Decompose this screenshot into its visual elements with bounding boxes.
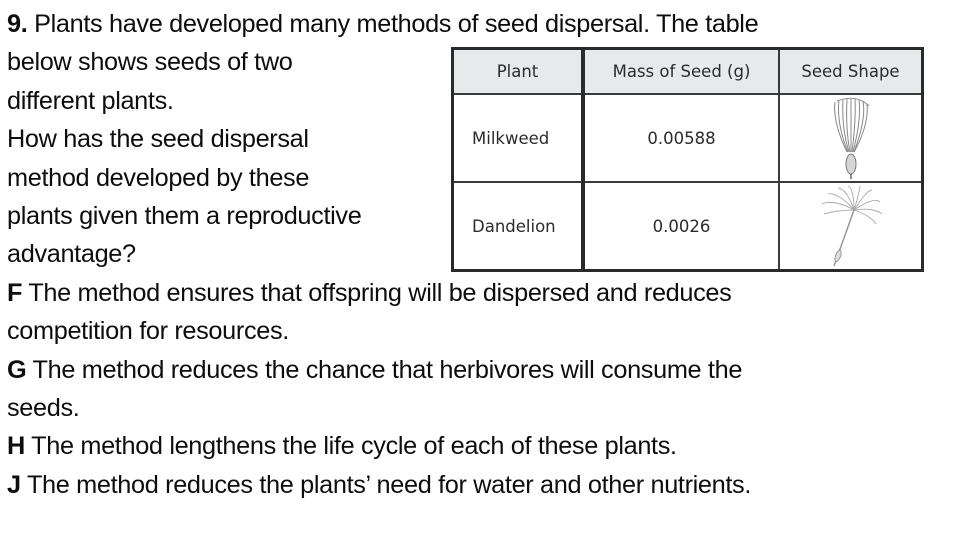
plant-name: Milkweed — [451, 93, 584, 183]
header-seed-shape: Seed Shape — [778, 47, 924, 95]
answer-option-g[interactable]: G The method reduces the chance that her… — [7, 351, 957, 389]
question-line: 9. Plants have developed many methods of… — [7, 10, 759, 38]
seed-shape-cell — [778, 181, 924, 272]
dandelion-seed-icon — [821, 185, 882, 267]
answer-letter: J — [7, 470, 21, 499]
seed-mass: 0.00588 — [581, 93, 780, 183]
question-number: 9. — [7, 10, 28, 38]
answer-option-h[interactable]: H The method lengthens the life cycle of… — [7, 427, 957, 465]
header-mass: Mass of Seed (g) — [581, 47, 780, 95]
answer-letter: H — [7, 432, 25, 461]
table-row: Milkweed 0.00588 — [451, 93, 924, 183]
seed-table: Plant Mass of Seed (g) Seed Shape Milkwe… — [451, 47, 924, 272]
answer-letter: F — [7, 278, 23, 307]
header-plant: Plant — [451, 47, 584, 95]
answer-option-f[interactable]: F The method ensures that offspring will… — [7, 274, 957, 312]
table-row: Dandelion 0.0026 — [451, 181, 924, 272]
answer-letter: G — [7, 355, 27, 384]
seed-shape-cell — [778, 93, 924, 183]
answer-option-f-cont: competition for resources. — [7, 317, 289, 346]
table-header-row: Plant Mass of Seed (g) Seed Shape — [451, 47, 924, 95]
milkweed-seed-icon — [833, 97, 869, 179]
seed-mass: 0.0026 — [581, 181, 780, 272]
answer-option-g-cont: seeds. — [7, 393, 80, 422]
answer-option-j[interactable]: J The method reduces the plants’ need fo… — [7, 466, 957, 504]
plant-name: Dandelion — [451, 181, 584, 272]
